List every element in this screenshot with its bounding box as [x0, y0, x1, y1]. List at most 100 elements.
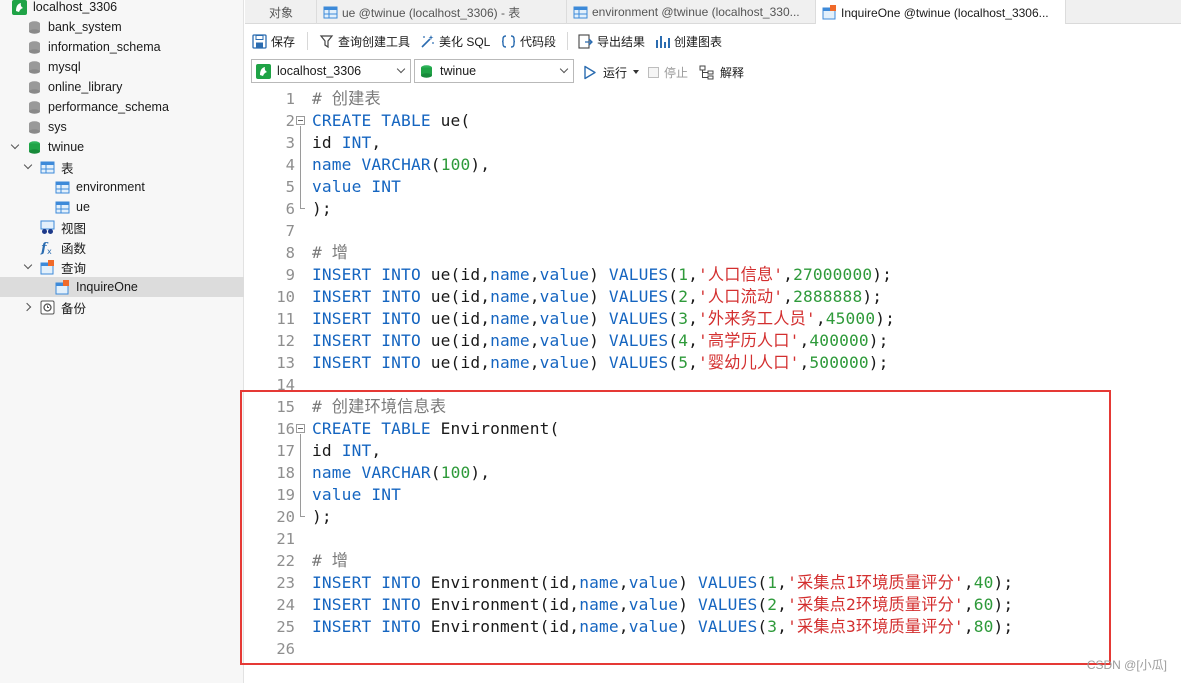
- code-token: VALUES: [608, 309, 669, 328]
- code-snippet-button[interactable]: 代码段: [501, 32, 556, 50]
- code-token: );: [872, 265, 893, 284]
- beautify-sql-button[interactable]: 美化 SQL: [420, 32, 490, 50]
- fold-guide: [300, 434, 301, 506]
- code-line[interactable]: # 增: [312, 550, 348, 572]
- code-token: value: [539, 287, 590, 306]
- code-token: name: [579, 573, 619, 592]
- tree-functions-group[interactable]: fx 函数: [0, 237, 244, 257]
- code-token: ,: [618, 595, 629, 614]
- code-token: );: [993, 573, 1014, 592]
- tab-ue-table[interactable]: ue @twinue (localhost_3306) - 表: [317, 0, 567, 24]
- code-snippet-icon: [501, 34, 516, 49]
- code-line[interactable]: );: [312, 506, 332, 528]
- code-line[interactable]: );: [312, 198, 332, 220]
- tab-environment-table[interactable]: environment @twinue (localhost_330...: [567, 0, 816, 24]
- line-number: 16: [276, 420, 295, 438]
- database-select[interactable]: twinue: [414, 59, 574, 83]
- tree-tables-group[interactable]: 表: [0, 157, 244, 177]
- code-line[interactable]: CREATE TABLE ue(: [312, 110, 470, 132]
- sql-editor[interactable]: 1 2 3 4 5 6 7 8 9 10 11 12 13 14 15 16 17 18 19 20 21 22 23 24 2…: [245, 86, 1181, 683]
- explain-button[interactable]: 解释: [699, 63, 744, 81]
- code-line[interactable]: INSERT INTO ue(id,name,value) VALUES(5,'…: [312, 352, 889, 374]
- code-line[interactable]: INSERT INTO ue(id,name,value) VALUES(3,'…: [312, 308, 895, 330]
- export-results-button[interactable]: 导出结果: [578, 32, 645, 50]
- code-token: (: [757, 617, 768, 636]
- code-token: VALUES: [608, 287, 669, 306]
- code-line[interactable]: # 增: [312, 242, 348, 264]
- chevron-down-icon[interactable]: [24, 162, 34, 172]
- tree-db-sys[interactable]: sys: [0, 117, 244, 137]
- function-icon: fx: [40, 240, 55, 255]
- run-button[interactable]: 运行: [582, 63, 640, 81]
- code-line[interactable]: # 创建表: [312, 88, 381, 110]
- beautify-sql-label: 美化 SQL: [439, 34, 491, 49]
- code-line[interactable]: INSERT INTO ue(id,name,value) VALUES(2,'…: [312, 286, 882, 308]
- code-token: # 增: [312, 551, 349, 570]
- code-token: ,: [529, 309, 540, 328]
- code-token: VALUES: [697, 573, 758, 592]
- code-token: ): [589, 309, 609, 328]
- code-token: ,: [815, 309, 826, 328]
- database-icon: [27, 120, 42, 135]
- tree-table-ue[interactable]: ue: [0, 197, 244, 217]
- tree-db-online-library[interactable]: online_library: [0, 77, 244, 97]
- code-token: );: [993, 617, 1014, 636]
- code-token: VARCHAR: [361, 463, 431, 482]
- code-line[interactable]: INSERT INTO ue(id,name,value) VALUES(4,'…: [312, 330, 889, 352]
- query-builder-button[interactable]: 查询创建工具: [319, 32, 410, 50]
- code-line[interactable]: # 创建环境信息表: [312, 396, 446, 418]
- table-label: environment: [76, 180, 145, 194]
- code-token: '采集点2环境质量评分': [787, 595, 964, 614]
- stop-button[interactable]: 停止: [648, 63, 688, 81]
- tab-inquireone-query[interactable]: InquireOne @twinue (localhost_3306...: [816, 0, 1066, 25]
- code-line[interactable]: INSERT INTO Environment(id,name,value) V…: [312, 594, 1013, 616]
- chevron-down-icon[interactable]: [24, 262, 34, 272]
- database-icon: [27, 60, 42, 75]
- code-line[interactable]: value INT: [312, 484, 401, 506]
- tree-db-information-schema[interactable]: information_schema: [0, 37, 244, 57]
- tree-db-mysql[interactable]: mysql: [0, 57, 244, 77]
- chevron-right-icon[interactable]: [24, 302, 34, 312]
- connection-select[interactable]: localhost_3306: [251, 59, 411, 83]
- tab-objects[interactable]: 对象: [245, 0, 317, 24]
- line-number: 5: [285, 178, 295, 196]
- tree-connection[interactable]: localhost_3306: [0, 0, 244, 17]
- code-line[interactable]: id INT,: [312, 440, 381, 462]
- line-number: 6: [285, 200, 295, 218]
- save-button[interactable]: 保存: [252, 32, 295, 50]
- tree-db-performance-schema[interactable]: performance_schema: [0, 97, 244, 117]
- tree-table-environment[interactable]: environment: [0, 177, 244, 197]
- collapse-icon: [296, 116, 305, 125]
- code-line[interactable]: CREATE TABLE Environment(: [312, 418, 559, 440]
- tree-queries-group[interactable]: 查询: [0, 257, 244, 277]
- dropdown-arrow-icon[interactable]: [633, 70, 640, 74]
- code-line[interactable]: name VARCHAR(100),: [312, 462, 490, 484]
- functions-label: 函数: [61, 241, 87, 256]
- line-number-gutter: 1 2 3 4 5 6 7 8 9 10 11 12 13 14 15 16 17 18 19 20 21 22 23 24 2…: [245, 86, 295, 683]
- tree-query-inquireone[interactable]: InquireOne: [0, 277, 244, 297]
- fold-toggle[interactable]: [296, 110, 306, 132]
- tree-backup-group[interactable]: 备份: [0, 297, 244, 317]
- code-line[interactable]: INSERT INTO Environment(id,name,value) V…: [312, 572, 1013, 594]
- line-number: 19: [276, 486, 295, 504]
- tree-db-twinue[interactable]: twinue: [0, 137, 244, 157]
- code-token: ,: [777, 617, 788, 636]
- tree-views-group[interactable]: 视图: [0, 217, 244, 237]
- code-line[interactable]: name VARCHAR(100),: [312, 154, 490, 176]
- connection-label: localhost_3306: [33, 0, 118, 14]
- tree-db-bank-system[interactable]: bank_system: [0, 17, 244, 37]
- code-token: (: [430, 463, 441, 482]
- chevron-down-icon[interactable]: [11, 142, 21, 152]
- code-token: 45000: [825, 309, 876, 328]
- code-line[interactable]: INSERT INTO ue(id,name,value) VALUES(1,'…: [312, 264, 892, 286]
- code-line[interactable]: value INT: [312, 176, 401, 198]
- code-line[interactable]: INSERT INTO Environment(id,name,value) V…: [312, 616, 1013, 638]
- fold-toggle[interactable]: [296, 418, 306, 440]
- code-line[interactable]: id INT,: [312, 132, 381, 154]
- code-token: );: [862, 287, 883, 306]
- play-icon: [582, 65, 597, 80]
- create-chart-button[interactable]: 创建图表: [655, 32, 722, 50]
- code-token: ,: [777, 573, 788, 592]
- code-token: name: [490, 287, 530, 306]
- code-token: 100: [440, 155, 471, 174]
